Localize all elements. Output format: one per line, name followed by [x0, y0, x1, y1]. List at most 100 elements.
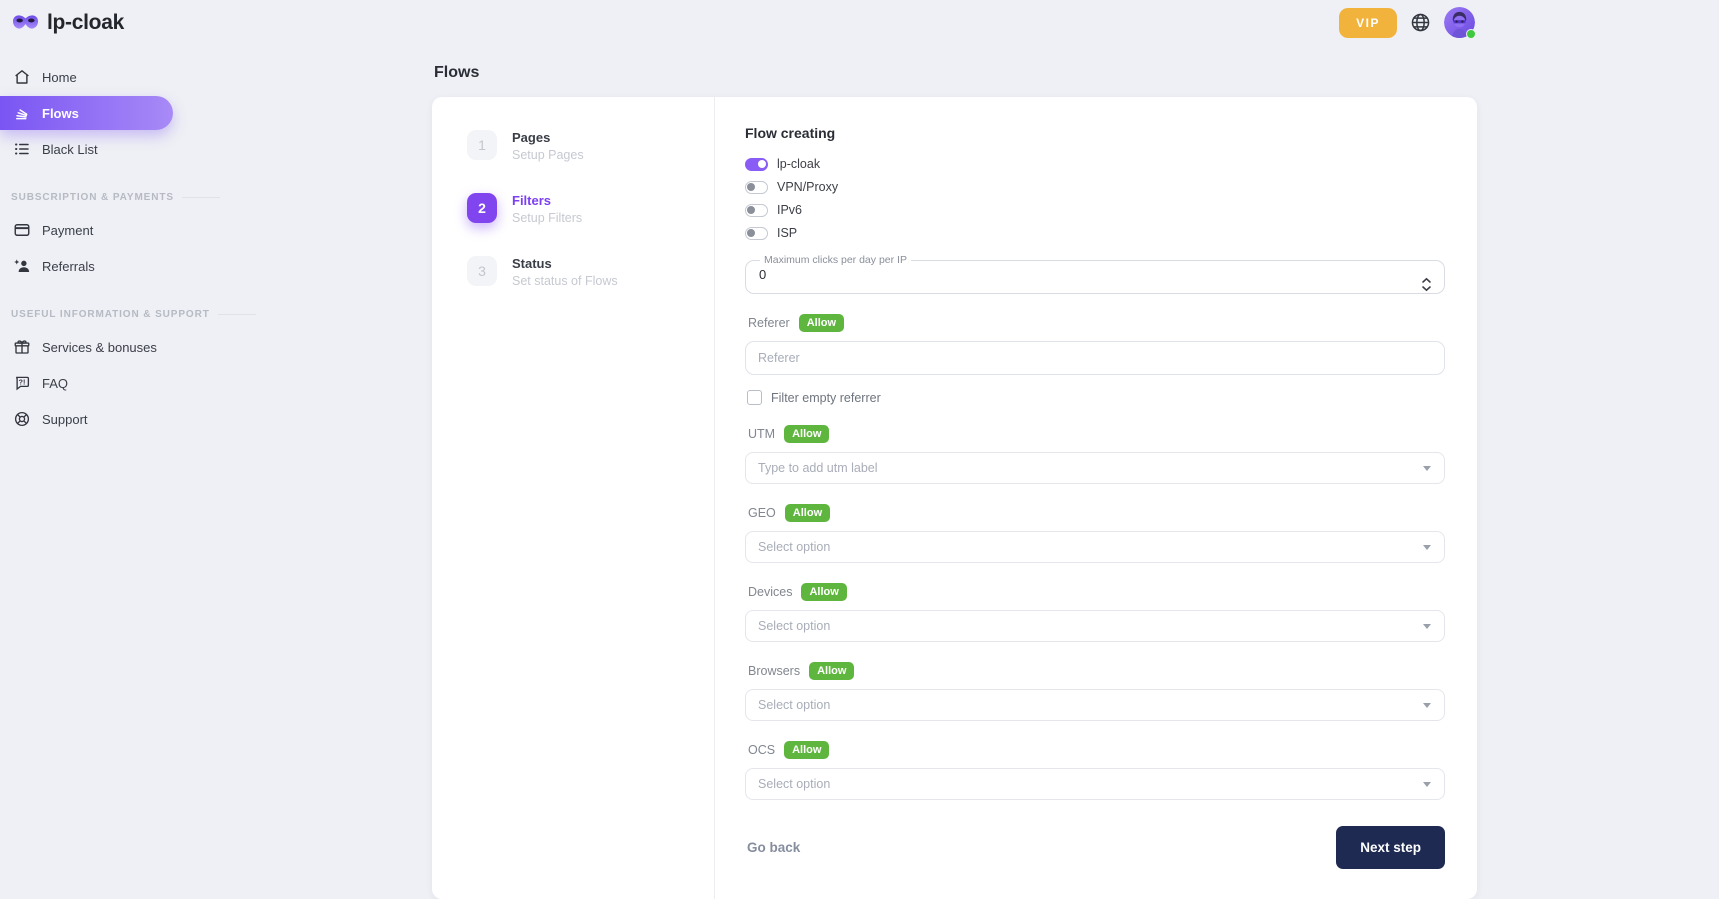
flows-icon	[13, 104, 31, 122]
max-clicks-label: Maximum clicks per day per IP	[760, 254, 911, 266]
filters-form: Flow creating lp-cloak VPN/Proxy IPv6	[715, 97, 1477, 899]
person-add-icon	[13, 257, 31, 275]
toggle-switch-off[interactable]	[745, 181, 768, 194]
faq-bubble-icon: ?!	[13, 374, 31, 392]
toggle-switch-off[interactable]	[745, 204, 768, 217]
sidebar-item-label: Flows	[42, 106, 79, 121]
chevron-down-icon	[1423, 703, 1431, 708]
sidebar-item-payment[interactable]: Payment	[0, 213, 190, 247]
main-area: Flows 1 Pages Setup Pages 2 Filters	[190, 48, 1719, 899]
max-clicks-field: Maximum clicks per day per IP	[745, 254, 1445, 294]
sidebar-item-home[interactable]: Home	[0, 60, 190, 94]
step-subtitle: Setup Pages	[512, 148, 584, 162]
utm-input[interactable]	[758, 461, 1398, 475]
next-step-button[interactable]: Next step	[1336, 826, 1445, 869]
step-title: Filters	[512, 193, 582, 208]
app-root: lp-cloak VIP	[0, 0, 1719, 851]
sidebar-item-label: Services & bonuses	[42, 340, 157, 355]
go-back-button[interactable]: Go back	[745, 836, 802, 859]
sidebar-item-services-bonuses[interactable]: Services & bonuses	[0, 330, 190, 364]
flow-wizard-card: 1 Pages Setup Pages 2 Filters Setup Filt…	[432, 97, 1477, 899]
ocs-select[interactable]: Select option	[745, 768, 1445, 800]
number-stepper-icon[interactable]	[1421, 277, 1432, 297]
referer-label-row: Referer Allow	[748, 314, 1445, 332]
step-title: Pages	[512, 130, 584, 145]
sidebar-item-label: Payment	[42, 223, 93, 238]
ocs-label-row: OCS Allow	[748, 741, 1445, 759]
gift-icon	[13, 338, 31, 356]
devices-label: Devices	[748, 585, 792, 599]
brand-name: lp-cloak	[47, 11, 124, 35]
wizard-steps: 1 Pages Setup Pages 2 Filters Setup Filt…	[432, 97, 715, 899]
sidebar-item-black-list[interactable]: Black List	[0, 132, 190, 166]
home-icon	[13, 68, 31, 86]
referer-input[interactable]	[745, 341, 1445, 375]
sidebar-item-label: Home	[42, 70, 77, 85]
step-number: 2	[467, 193, 497, 223]
mask-icon	[12, 12, 39, 34]
step-filters[interactable]: 2 Filters Setup Filters	[467, 193, 714, 225]
online-status-dot	[1466, 29, 1476, 39]
browsers-select[interactable]: Select option	[745, 689, 1445, 721]
step-status[interactable]: 3 Status Set status of Flows	[467, 256, 714, 288]
ocs-label: OCS	[748, 743, 775, 757]
step-subtitle: Set status of Flows	[512, 274, 618, 288]
chevron-down-icon	[1423, 545, 1431, 550]
sidebar-section-useful: Useful information & Support	[11, 309, 190, 320]
filter-empty-referrer-checkbox[interactable]	[747, 390, 762, 405]
wizard-actions: Go back Next step	[745, 826, 1445, 869]
brand-logo[interactable]: lp-cloak	[12, 11, 124, 35]
step-subtitle: Setup Filters	[512, 211, 582, 225]
sidebar-item-label: FAQ	[42, 376, 68, 391]
chevron-down-icon	[1423, 624, 1431, 629]
referer-label: Referer	[748, 316, 790, 330]
max-clicks-input[interactable]	[758, 266, 1378, 285]
globe-icon[interactable]	[1410, 12, 1431, 33]
browsers-allow-badge[interactable]: Allow	[809, 662, 854, 680]
utm-label-row: UTM Allow	[748, 425, 1445, 443]
geo-allow-badge[interactable]: Allow	[785, 504, 830, 522]
sidebar-item-support[interactable]: Support	[0, 402, 190, 436]
geo-select[interactable]: Select option	[745, 531, 1445, 563]
blacklist-icon	[13, 140, 31, 158]
browsers-label-row: Browsers Allow	[748, 662, 1445, 680]
user-avatar[interactable]	[1444, 7, 1475, 38]
chevron-down-icon	[1423, 466, 1431, 471]
toggle-lp-cloak[interactable]: lp-cloak	[745, 157, 1445, 171]
toggle-isp[interactable]: ISP	[745, 226, 1445, 240]
svg-text:?!: ?!	[19, 379, 26, 387]
step-pages[interactable]: 1 Pages Setup Pages	[467, 130, 714, 162]
page-title: Flows	[434, 64, 1477, 82]
vip-button[interactable]: VIP	[1339, 8, 1397, 38]
sidebar-section-subscription: Subscription & Payments	[11, 192, 190, 203]
toggle-ipv6[interactable]: IPv6	[745, 203, 1445, 217]
toggle-vpn-proxy[interactable]: VPN/Proxy	[745, 180, 1445, 194]
sidebar-item-flows[interactable]: Flows	[0, 96, 173, 130]
toggle-switch-off[interactable]	[745, 227, 768, 240]
sidebar: Home Flows Black List Subscription & Pay…	[0, 60, 190, 438]
devices-label-row: Devices Allow	[748, 583, 1445, 601]
sidebar-item-label: Black List	[42, 142, 98, 157]
utm-allow-badge[interactable]: Allow	[784, 425, 829, 443]
step-number: 3	[467, 256, 497, 286]
devices-select[interactable]: Select option	[745, 610, 1445, 642]
lifebuoy-icon	[13, 410, 31, 428]
step-number: 1	[467, 130, 497, 160]
sidebar-item-label: Referrals	[42, 259, 95, 274]
sidebar-item-label: Support	[42, 412, 88, 427]
utm-input-dropdown[interactable]	[745, 452, 1445, 484]
step-title: Status	[512, 256, 618, 271]
referer-allow-badge[interactable]: Allow	[799, 314, 844, 332]
sidebar-item-referrals[interactable]: Referrals	[0, 249, 190, 283]
ocs-allow-badge[interactable]: Allow	[784, 741, 829, 759]
geo-label: GEO	[748, 506, 776, 520]
sidebar-item-faq[interactable]: ?! FAQ	[0, 366, 190, 400]
browsers-label: Browsers	[748, 664, 800, 678]
filter-empty-referrer-row[interactable]: Filter empty referrer	[747, 390, 1445, 405]
form-title: Flow creating	[745, 125, 1445, 141]
devices-allow-badge[interactable]: Allow	[801, 583, 846, 601]
utm-label: UTM	[748, 427, 775, 441]
topbar-controls: VIP	[1339, 7, 1475, 38]
toggle-switch-on[interactable]	[745, 158, 768, 171]
chevron-down-icon	[1423, 782, 1431, 787]
